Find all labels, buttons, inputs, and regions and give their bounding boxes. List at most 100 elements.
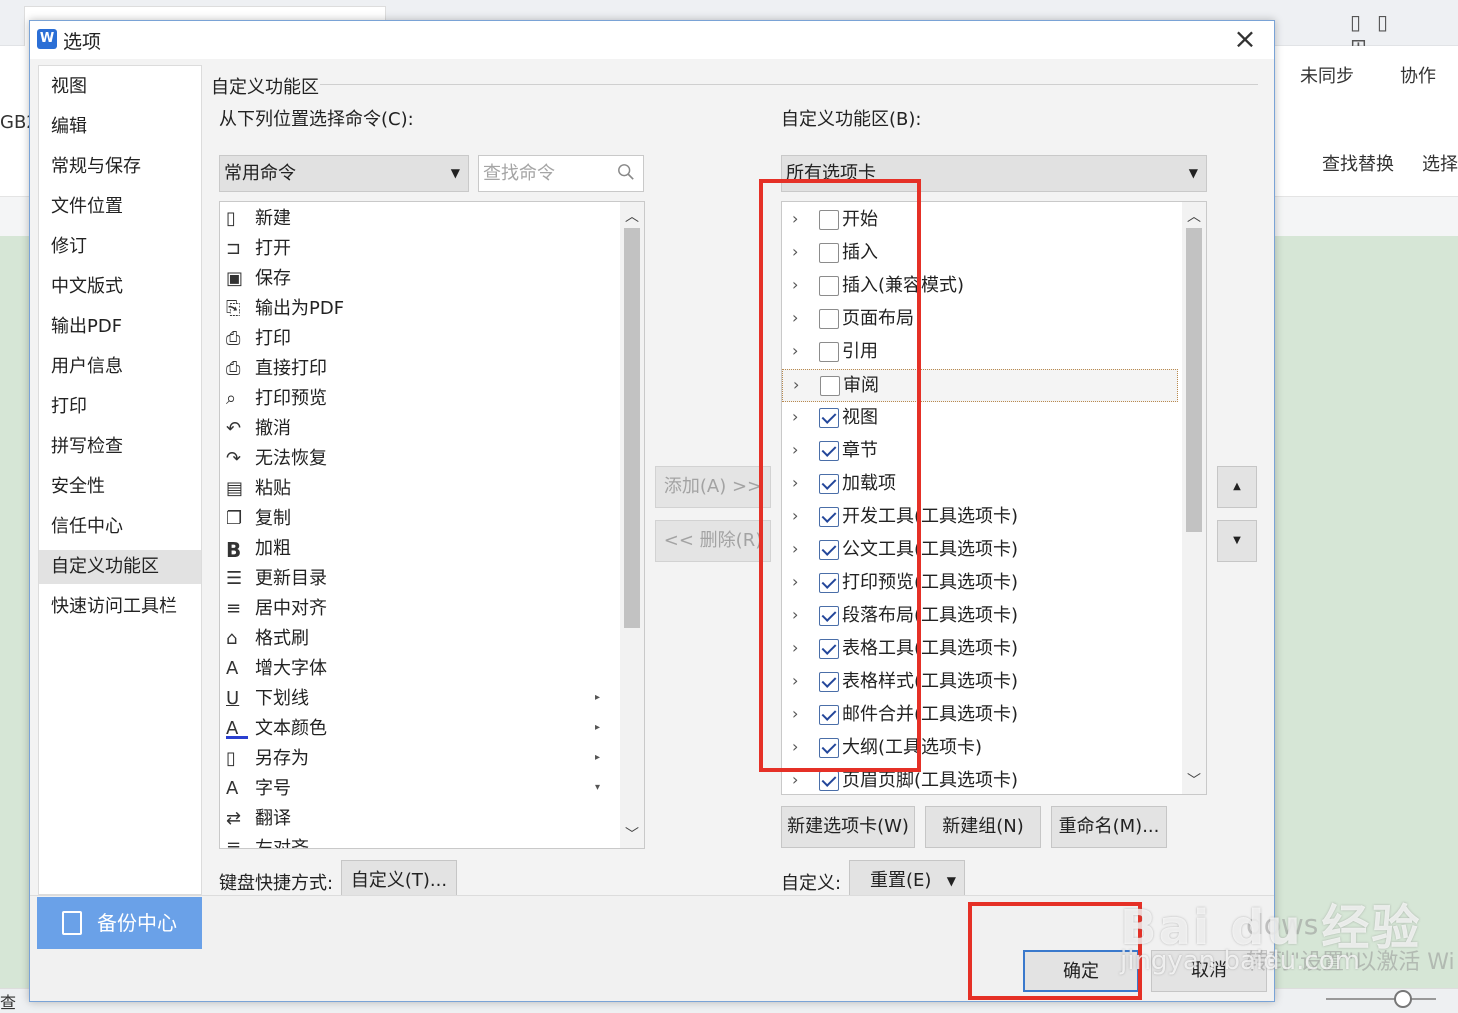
- scroll-thumb[interactable]: [624, 228, 640, 628]
- rename-button[interactable]: 重命名(M)...: [1051, 806, 1167, 848]
- status-left: 查: [0, 993, 17, 1012]
- choose-from-dropdown[interactable]: 常用命令 ▼: [219, 155, 469, 192]
- scroll-down-icon[interactable]: ﹀: [620, 824, 644, 844]
- font-color-icon: A: [226, 718, 248, 739]
- nav-item[interactable]: 常规与保存: [39, 150, 201, 184]
- nav-item[interactable]: 中文版式: [39, 270, 201, 304]
- keyboard-shortcut-label: 键盘快捷方式:: [219, 873, 334, 894]
- remove-button[interactable]: << 删除(R): [655, 520, 771, 562]
- command-label: 左对齐: [255, 838, 309, 849]
- close-button[interactable]: ×: [1230, 25, 1260, 55]
- nav-item[interactable]: 安全性: [39, 470, 201, 504]
- reset-label: 重置(E): [870, 870, 932, 891]
- export-pdf-icon: ⎘: [226, 298, 241, 319]
- nav-item[interactable]: 快速访问工具栏: [39, 590, 201, 624]
- command-item[interactable]: ⎙ 直接打印: [220, 354, 614, 384]
- nav-item[interactable]: 拼写检查: [39, 430, 201, 464]
- customize-label: 自定义功能区(B):: [781, 109, 922, 130]
- find-replace-button[interactable]: 查找替换: [1322, 150, 1394, 176]
- choose-from-label: 从下列位置选择命令(C):: [219, 109, 414, 130]
- scroll-down-icon[interactable]: ﹀: [1182, 770, 1206, 790]
- nav-item[interactable]: 输出PDF: [39, 310, 201, 344]
- command-label: 居中对齐: [255, 598, 327, 619]
- command-item[interactable]: ▯ 新建: [220, 204, 614, 234]
- command-label: 撤消: [255, 418, 291, 439]
- search-input[interactable]: [481, 158, 613, 189]
- command-item[interactable]: ▯ 另存为 ▸: [220, 744, 614, 774]
- command-label: 粘贴: [255, 478, 291, 499]
- sync-status[interactable]: 未同步: [1300, 62, 1354, 88]
- save-as-icon: ▯: [226, 748, 236, 769]
- nav-item[interactable]: 视图: [39, 70, 201, 104]
- command-item[interactable]: ☰ 更新目录: [220, 564, 614, 594]
- select-button[interactable]: 选择: [1422, 150, 1458, 176]
- quick-print-icon: ⎙: [226, 358, 241, 379]
- move-up-button[interactable]: ▲: [1217, 466, 1257, 508]
- zoom-slider-handle[interactable]: [1394, 990, 1412, 1008]
- command-item[interactable]: ⎙ 打印: [220, 324, 614, 354]
- commands-scrollbar[interactable]: ︿ ﹀: [620, 202, 644, 848]
- nav-item[interactable]: 信任中心: [39, 510, 201, 544]
- command-item[interactable]: U 下划线 ▸: [220, 684, 614, 714]
- command-item[interactable]: ▤ 粘贴: [220, 474, 614, 504]
- command-item[interactable]: A 增大字体: [220, 654, 614, 684]
- command-item[interactable]: ↷ 无法恢复: [220, 444, 614, 474]
- command-item[interactable]: ≣ 左对齐: [220, 834, 614, 849]
- command-item[interactable]: A 文本颜色 ▸: [220, 714, 614, 744]
- nav-item[interactable]: 打印: [39, 390, 201, 424]
- move-down-button[interactable]: ▼: [1217, 520, 1257, 562]
- add-button[interactable]: 添加(A) >>: [655, 466, 771, 508]
- command-item[interactable]: ▣ 保存: [220, 264, 614, 294]
- command-item[interactable]: ⌂ 格式刷: [220, 624, 614, 654]
- chevron-right-icon[interactable]: ›: [792, 770, 798, 789]
- command-item[interactable]: ⌕ 打印预览: [220, 384, 614, 414]
- command-item[interactable]: ❐ 复制: [220, 504, 614, 534]
- grow-font-icon: A: [226, 658, 239, 679]
- align-left-icon: ≣: [226, 838, 242, 849]
- command-item[interactable]: ⇄ 翻译: [220, 804, 614, 834]
- scroll-thumb[interactable]: [1186, 228, 1202, 532]
- command-item[interactable]: ⊐ 打开: [220, 234, 614, 264]
- underline-icon: U: [226, 688, 240, 709]
- nav-item[interactable]: 修订: [39, 230, 201, 264]
- copy-icon: ❐: [226, 508, 243, 529]
- dialog-content: 视图编辑常规与保存文件位置修订中文版式输出PDF 用户信息打印拼写检查安全性信任中…: [30, 59, 1274, 902]
- nav-item[interactable]: 自定义功能区: [39, 550, 201, 584]
- command-item[interactable]: ⎘ 输出为PDF: [220, 294, 614, 324]
- annotation-tabs-checkboxes: [759, 179, 921, 772]
- cancel-button[interactable]: 取消: [1151, 950, 1267, 992]
- command-item[interactable]: ↶ 撤消: [220, 414, 614, 444]
- redo-icon: ↷: [226, 448, 242, 469]
- command-label: 下划线: [255, 688, 309, 709]
- section-divider: [320, 84, 1258, 85]
- command-label: 无法恢复: [255, 448, 327, 469]
- print-preview-icon: ⌕: [226, 388, 237, 409]
- customize-reset-label: 自定义:: [781, 873, 842, 894]
- zoom-slider-track[interactable]: [1326, 998, 1436, 1000]
- command-item[interactable]: A 字号 ▾: [220, 774, 614, 804]
- command-item[interactable]: B 加粗: [220, 534, 614, 564]
- command-label: 新建: [255, 208, 291, 229]
- scroll-up-icon[interactable]: ︿: [1182, 206, 1206, 226]
- scroll-up-icon[interactable]: ︿: [620, 206, 644, 226]
- command-label: 复制: [255, 508, 291, 529]
- choose-from-value: 常用命令: [224, 163, 296, 184]
- command-label: 保存: [255, 268, 291, 289]
- search-field[interactable]: [478, 155, 644, 192]
- nav-item[interactable]: 用户信息: [39, 350, 201, 384]
- nav-item[interactable]: 文件位置: [39, 190, 201, 224]
- dialog-titlebar: W 选项 ×: [30, 21, 1274, 59]
- command-label: 字号: [255, 778, 291, 799]
- new-group-button[interactable]: 新建组(N): [925, 806, 1041, 848]
- submenu-arrow-icon: ▸: [594, 752, 600, 763]
- tabs-scrollbar[interactable]: ︿ ﹀: [1182, 202, 1206, 794]
- dialog-title: 选项: [63, 31, 102, 53]
- commands-list[interactable]: ▯ 新建 ⊐ 打开 ▣ 保存 ⎘ 输出为PDF ⎙ 打印 ⎙ 直接打印 ⌕ 打印预览 ↶ 撤消 ↷ 无法恢复 ▤ 粘贴…: [219, 201, 645, 849]
- backup-center-button[interactable]: 备份中心: [37, 897, 202, 949]
- collab-button[interactable]: 协作: [1400, 62, 1436, 88]
- new-tab-button[interactable]: 新建选项卡(W): [781, 806, 915, 848]
- command-item[interactable]: ≡ 居中对齐: [220, 594, 614, 624]
- tab-checkbox[interactable]: [819, 771, 839, 791]
- nav-item[interactable]: 编辑: [39, 110, 201, 144]
- paste-icon: ▤: [226, 478, 244, 499]
